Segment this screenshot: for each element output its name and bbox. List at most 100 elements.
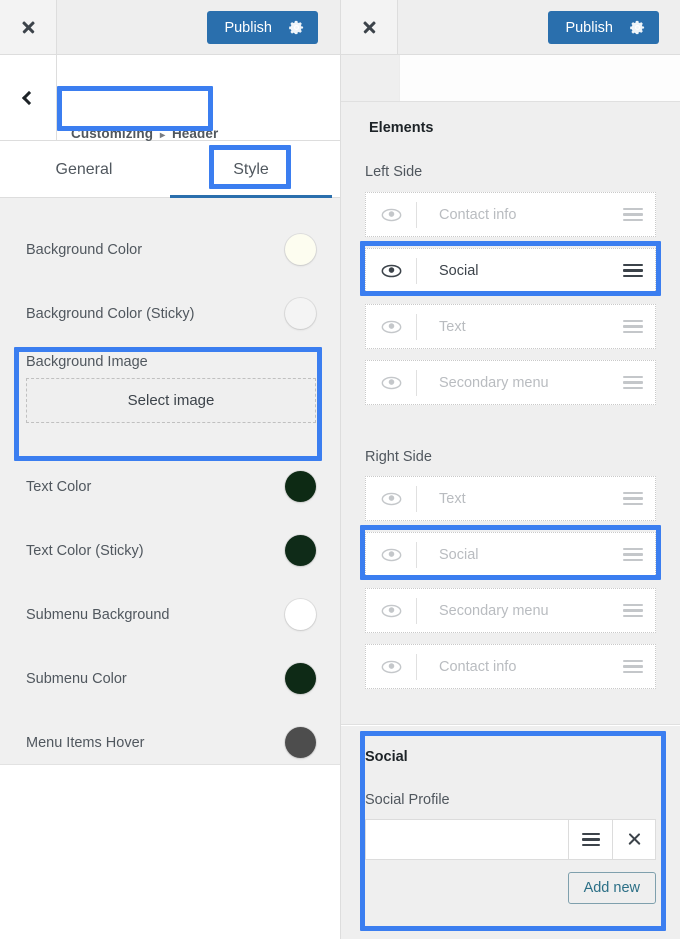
right-topbar: Publish xyxy=(341,0,680,55)
add-new-button[interactable]: Add new xyxy=(568,872,656,904)
element-label: Secondary menu xyxy=(417,375,611,391)
element-label: Text xyxy=(417,319,611,335)
customizer-panel-right: Publish Elements Left Side Contact info xyxy=(340,0,680,939)
color-swatch[interactable] xyxy=(285,727,316,758)
social-settings-section: Social Social Profile Add new xyxy=(341,726,680,939)
left-titlebar: Customizing ▸ Header Main header xyxy=(0,55,340,141)
drag-handle-icon[interactable] xyxy=(611,205,655,225)
setting-label: Submenu Background xyxy=(26,607,170,623)
element-label: Social xyxy=(417,547,611,563)
close-customizer-button[interactable] xyxy=(0,0,57,54)
element-row-secondary-menu-left[interactable]: Secondary menu xyxy=(365,360,656,405)
element-label: Text xyxy=(417,491,611,507)
setting-text-color-sticky[interactable]: Text Color (Sticky) xyxy=(0,519,340,582)
select-image-label: Select image xyxy=(128,392,215,409)
eye-icon[interactable] xyxy=(366,660,416,674)
elements-heading: Elements xyxy=(369,120,433,136)
screenshot-root: Publish Customizing ▸ Header Main header xyxy=(0,0,680,939)
element-row-social-right[interactable]: Social xyxy=(365,532,656,577)
setting-label: Background Image xyxy=(26,354,316,370)
setting-label: Background Color xyxy=(26,242,142,258)
gear-icon[interactable] xyxy=(630,20,645,35)
drag-handle-icon[interactable] xyxy=(611,601,655,621)
publish-label: Publish xyxy=(565,20,613,36)
setting-text-color[interactable]: Text Color xyxy=(0,455,340,518)
drag-handle-icon[interactable] xyxy=(611,545,655,565)
setting-label: Background Color (Sticky) xyxy=(26,306,194,322)
style-tabs: General Style xyxy=(0,141,340,198)
element-label: Social xyxy=(417,263,611,279)
tab-general[interactable]: General xyxy=(8,141,160,198)
drag-handle-icon[interactable] xyxy=(611,317,655,337)
color-swatch[interactable] xyxy=(285,535,316,566)
publish-button[interactable]: Publish xyxy=(207,11,318,44)
setting-menu-items-hover[interactable]: Menu Items Hover xyxy=(0,711,340,774)
color-swatch[interactable] xyxy=(285,471,316,502)
setting-label: Text Color xyxy=(26,479,91,495)
gear-icon[interactable] xyxy=(289,20,304,35)
left-topbar: Publish xyxy=(0,0,340,55)
breadcrumb-separator-icon: ▸ xyxy=(160,130,165,141)
tab-style-label: Style xyxy=(233,161,269,179)
setting-background-image: Background Image Select image xyxy=(0,346,340,438)
eye-icon[interactable] xyxy=(366,604,416,618)
setting-label: Submenu Color xyxy=(26,671,127,687)
eye-icon[interactable] xyxy=(366,320,416,334)
element-label: Contact info xyxy=(417,207,611,223)
setting-background-color-sticky[interactable]: Background Color (Sticky) xyxy=(0,282,340,345)
eye-icon[interactable] xyxy=(366,492,416,506)
panel-scroll-gap xyxy=(341,55,680,102)
breadcrumb-current: Header xyxy=(172,126,218,141)
element-row-contact-info-left[interactable]: Contact info xyxy=(365,192,656,237)
element-row-text-right[interactable]: Text xyxy=(365,476,656,521)
remove-profile-button[interactable] xyxy=(612,819,656,860)
setting-submenu-color[interactable]: Submenu Color xyxy=(0,647,340,710)
setting-label: Menu Items Hover xyxy=(26,735,144,751)
drag-handle-icon[interactable] xyxy=(611,489,655,509)
eye-icon[interactable] xyxy=(366,264,416,278)
group-heading-right-side: Right Side xyxy=(365,449,432,465)
eye-icon[interactable] xyxy=(366,376,416,390)
social-profile-input[interactable] xyxy=(365,819,568,860)
select-image-button[interactable]: Select image xyxy=(26,378,316,423)
setting-submenu-background[interactable]: Submenu Background xyxy=(0,583,340,646)
element-row-social-left[interactable]: Social xyxy=(365,248,656,293)
setting-background-color[interactable]: Background Color xyxy=(0,218,340,281)
customizer-panel-left: Publish Customizing ▸ Header Main header xyxy=(0,0,340,939)
breadcrumb-root: Customizing xyxy=(71,126,153,141)
tab-style[interactable]: Style xyxy=(170,141,332,198)
element-label: Contact info xyxy=(417,659,611,675)
drag-handle-icon[interactable] xyxy=(611,261,655,281)
elements-section: Elements Left Side Contact info Social xyxy=(341,102,680,725)
eye-icon[interactable] xyxy=(366,208,416,222)
style-settings-list: Background Color Background Color (Stick… xyxy=(0,198,340,765)
element-row-contact-info-right[interactable]: Contact info xyxy=(365,644,656,689)
drag-handle-icon[interactable] xyxy=(611,373,655,393)
chevron-left-icon xyxy=(22,90,36,104)
social-profile-row xyxy=(365,819,656,860)
close-icon xyxy=(361,19,377,35)
partially-scrolled-card xyxy=(399,55,680,102)
color-swatch[interactable] xyxy=(285,599,316,630)
tab-general-label: General xyxy=(56,161,113,179)
drag-handle-icon[interactable] xyxy=(568,819,612,860)
setting-label: Text Color (Sticky) xyxy=(26,543,144,559)
element-label: Secondary menu xyxy=(417,603,611,619)
social-section-title: Social xyxy=(365,749,656,765)
drag-handle-icon[interactable] xyxy=(611,657,655,677)
social-profile-label: Social Profile xyxy=(365,792,656,808)
close-icon xyxy=(627,832,642,847)
color-swatch[interactable] xyxy=(285,663,316,694)
breadcrumb: Customizing ▸ Header xyxy=(71,126,218,141)
element-row-secondary-menu-right[interactable]: Secondary menu xyxy=(365,588,656,633)
close-icon xyxy=(20,19,36,35)
color-swatch[interactable] xyxy=(285,298,316,329)
group-heading-left-side: Left Side xyxy=(365,164,422,180)
color-swatch[interactable] xyxy=(285,234,316,265)
publish-label: Publish xyxy=(224,20,272,36)
back-button[interactable] xyxy=(0,55,57,140)
publish-button[interactable]: Publish xyxy=(548,11,659,44)
close-customizer-button[interactable] xyxy=(341,0,398,54)
eye-icon[interactable] xyxy=(366,548,416,562)
element-row-text-left[interactable]: Text xyxy=(365,304,656,349)
